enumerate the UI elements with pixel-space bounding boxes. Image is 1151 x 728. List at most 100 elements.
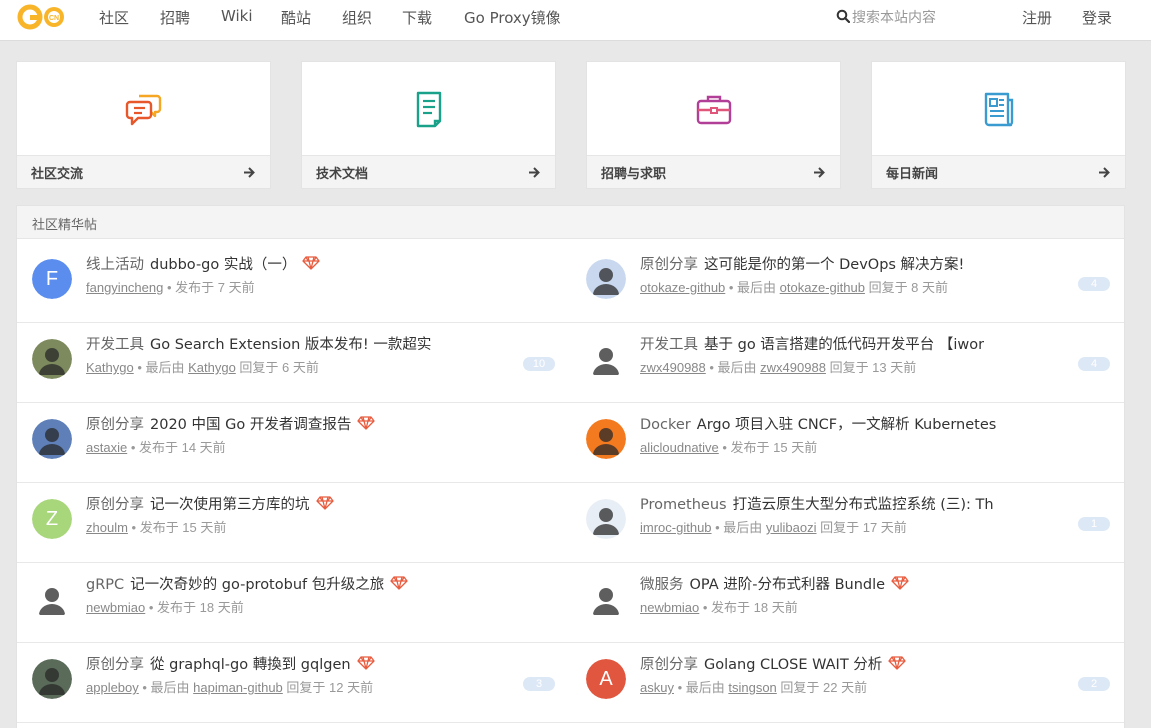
topic-title-text[interactable]: 從 graphql-go 轉換到 gqlgen	[150, 657, 351, 673]
topic-title[interactable]: 原创分享從 graphql-go 轉換到 gqlgen	[86, 653, 375, 674]
topic-item[interactable]: 原创分享 2020 中国 Go 开发者调查报告 astaxie • 发布于 14 天…	[32, 416, 572, 499]
author-link[interactable]: imroc-github	[640, 520, 712, 535]
topic-item[interactable]: 原创分享 这可能是你的第一个 DevOps 解决方案! otokaze-github…	[586, 257, 1126, 339]
nav-item-download[interactable]: 下载	[402, 7, 432, 28]
last-reply-user-link[interactable]: otokaze-github	[780, 280, 865, 295]
topic-category[interactable]: gRPC	[86, 577, 124, 593]
last-reply-user-link[interactable]: hapiman-github	[193, 680, 283, 695]
go-logo[interactable]: CN	[17, 2, 69, 32]
topic-title[interactable]: 微服务 OPA 进阶-分布式利器 Bundle	[640, 573, 909, 594]
author-link[interactable]: zhoulm	[86, 520, 128, 535]
topic-title-text[interactable]: dubbo-go 实战（一）	[150, 257, 296, 273]
avatar[interactable]	[32, 339, 72, 379]
nav-item-wiki[interactable]: Wiki	[221, 7, 253, 25]
topic-title[interactable]: 开发工具 Go Search Extension 版本发布! 一款超实	[86, 333, 431, 354]
card-jobs[interactable]: 招聘与求职	[586, 61, 841, 189]
author-link[interactable]: newbmiao	[640, 600, 699, 615]
last-reply-user-link[interactable]: zwx490988	[760, 360, 826, 375]
avatar[interactable]	[586, 499, 626, 539]
topic-title-text[interactable]: 这可能是你的第一个 DevOps 解决方案!	[704, 257, 964, 273]
avatar[interactable]	[586, 339, 626, 379]
topic-item[interactable]: A 原创分享 Golang CLOSE WAIT 分析 askuy • 最后由 tsi…	[586, 656, 1126, 728]
topic-category[interactable]: 原创分享	[86, 497, 144, 513]
topic-category[interactable]: 原创分享	[86, 657, 144, 673]
topic-item[interactable]: gRPC 记一次奇妙的 go-protobuf 包升级之旅 newbmiao • 发…	[32, 576, 572, 659]
last-reply-user-link[interactable]: Kathygo	[188, 360, 236, 375]
topic-category[interactable]: 开发工具	[640, 337, 698, 353]
last-reply-user-link[interactable]: tsingson	[728, 680, 776, 695]
topic-title[interactable]: 线上活动 dubbo-go 实战（一）	[86, 253, 321, 274]
avatar[interactable]: Z	[32, 499, 72, 539]
author-link[interactable]: zwx490988	[640, 360, 706, 375]
nav-item-community[interactable]: 社区	[99, 7, 129, 28]
topic-category[interactable]: 原创分享	[86, 417, 144, 433]
topic-title[interactable]: 原创分享 记一次使用第三方库的坑	[86, 493, 334, 514]
nav-item-go-proxy[interactable]: Go Proxy镜像	[464, 7, 561, 28]
topic-category[interactable]: Docker	[640, 417, 691, 433]
topic-item[interactable]: 微服务 OPA 进阶-分布式利器 Bundle newbmiao • 发布于 18 …	[586, 576, 1126, 659]
author-link[interactable]: otokaze-github	[640, 280, 725, 295]
avatar[interactable]	[32, 579, 72, 619]
topic-category[interactable]: 开发工具	[86, 337, 144, 353]
topic-title-text[interactable]: 基于 go 语言搭建的低代码开发平台 【iwor	[704, 337, 984, 353]
topic-title-text[interactable]: 记一次奇妙的 go-protobuf 包升级之旅	[130, 577, 384, 593]
nav-item-cool-sites[interactable]: 酷站	[281, 7, 311, 28]
topic-item[interactable]: Z 原创分享 记一次使用第三方库的坑 zhoulm • 发布于 15 天前	[32, 496, 572, 579]
author-link[interactable]: Kathygo	[86, 360, 134, 375]
topic-category[interactable]: 原创分享	[640, 257, 698, 273]
avatar[interactable]	[586, 579, 626, 619]
card-label: 招聘与求职	[601, 167, 667, 182]
topic-category[interactable]: Prometheus	[640, 497, 727, 513]
avatar[interactable]	[32, 419, 72, 459]
search-box[interactable]	[836, 8, 966, 28]
nav-item-orgs[interactable]: 组织	[342, 7, 372, 28]
topic-title-text[interactable]: Argo 项目入驻 CNCF，一文解析 Kubernetes	[697, 417, 997, 433]
author-link[interactable]: appleboy	[86, 680, 139, 695]
topic-title-text[interactable]: Go Search Extension 版本发布! 一款超实	[150, 337, 431, 353]
topic-title[interactable]: 原创分享 Golang CLOSE WAIT 分析	[640, 653, 906, 674]
gem-icon	[390, 576, 408, 590]
search-icon[interactable]	[836, 9, 850, 23]
card-news[interactable]: 每日新闻	[871, 61, 1126, 189]
nav-item-jobs[interactable]: 招聘	[160, 7, 190, 28]
topic-category[interactable]: 微服务	[640, 577, 684, 593]
card-community[interactable]: 社区交流	[16, 61, 271, 189]
author-link[interactable]: astaxie	[86, 440, 127, 455]
topic-category[interactable]: 原创分享	[640, 657, 698, 673]
avatar[interactable]	[586, 419, 626, 459]
author-link[interactable]: alicloudnative	[640, 440, 719, 455]
avatar[interactable]: A	[586, 659, 626, 699]
topic-item[interactable]: 原创分享從 graphql-go 轉換到 gqlgen appleboy • 最后…	[32, 656, 572, 728]
login-link[interactable]: 登录	[1082, 7, 1112, 28]
register-link[interactable]: 注册	[1022, 7, 1052, 28]
avatar[interactable]: F	[32, 259, 72, 299]
topic-item[interactable]: 开发工具 Go Search Extension 版本发布! 一款超实 Kathyg…	[32, 337, 572, 419]
topic-item[interactable]: Docker Argo 项目入驻 CNCF，一文解析 Kubernetes alic…	[586, 417, 1126, 499]
avatar-image	[586, 339, 626, 379]
author-link[interactable]: fangyincheng	[86, 280, 163, 295]
topic-title[interactable]: gRPC 记一次奇妙的 go-protobuf 包升级之旅	[86, 573, 408, 594]
card-docs[interactable]: 技术文档	[301, 61, 556, 189]
topic-title[interactable]: 原创分享 2020 中国 Go 开发者调查报告	[86, 413, 375, 434]
topic-title[interactable]: Prometheus 打造云原生大型分布式监控系统 (三): Th	[640, 493, 994, 514]
author-link[interactable]: askuy	[640, 680, 674, 695]
author-link[interactable]: newbmiao	[86, 600, 145, 615]
card-label: 每日新闻	[886, 167, 939, 182]
avatar[interactable]	[586, 259, 626, 299]
topic-title-text[interactable]: Golang CLOSE WAIT 分析	[704, 657, 882, 673]
avatar[interactable]	[32, 659, 72, 699]
topic-title-text[interactable]: 打造云原生大型分布式监控系统 (三): Th	[733, 497, 994, 513]
topic-title-text[interactable]: OPA 进阶-分布式利器 Bundle	[690, 577, 886, 593]
topic-title-text[interactable]: 记一次使用第三方库的坑	[150, 497, 310, 513]
topic-title-text[interactable]: 2020 中国 Go 开发者调查报告	[150, 417, 351, 433]
last-reply-user-link[interactable]: yulibaozi	[766, 520, 817, 535]
search-input[interactable]	[852, 8, 962, 26]
topic-title[interactable]: 开发工具 基于 go 语言搭建的低代码开发平台 【iwor	[640, 333, 984, 354]
topic-item[interactable]: F 线上活动 dubbo-go 实战（一） fangyincheng • 发布于 7 …	[32, 256, 572, 339]
topic-title[interactable]: Docker Argo 项目入驻 CNCF，一文解析 Kubernetes	[640, 413, 996, 434]
topic-category[interactable]: 线上活动	[86, 257, 144, 273]
topic-item[interactable]: Prometheus 打造云原生大型分布式监控系统 (三): Th imroc-gi…	[586, 497, 1126, 579]
topic-item[interactable]: 开发工具 基于 go 语言搭建的低代码开发平台 【iwor zwx490988 • …	[586, 337, 1126, 419]
avatar-image	[32, 339, 72, 379]
topic-title[interactable]: 原创分享 这可能是你的第一个 DevOps 解决方案!	[640, 253, 964, 274]
